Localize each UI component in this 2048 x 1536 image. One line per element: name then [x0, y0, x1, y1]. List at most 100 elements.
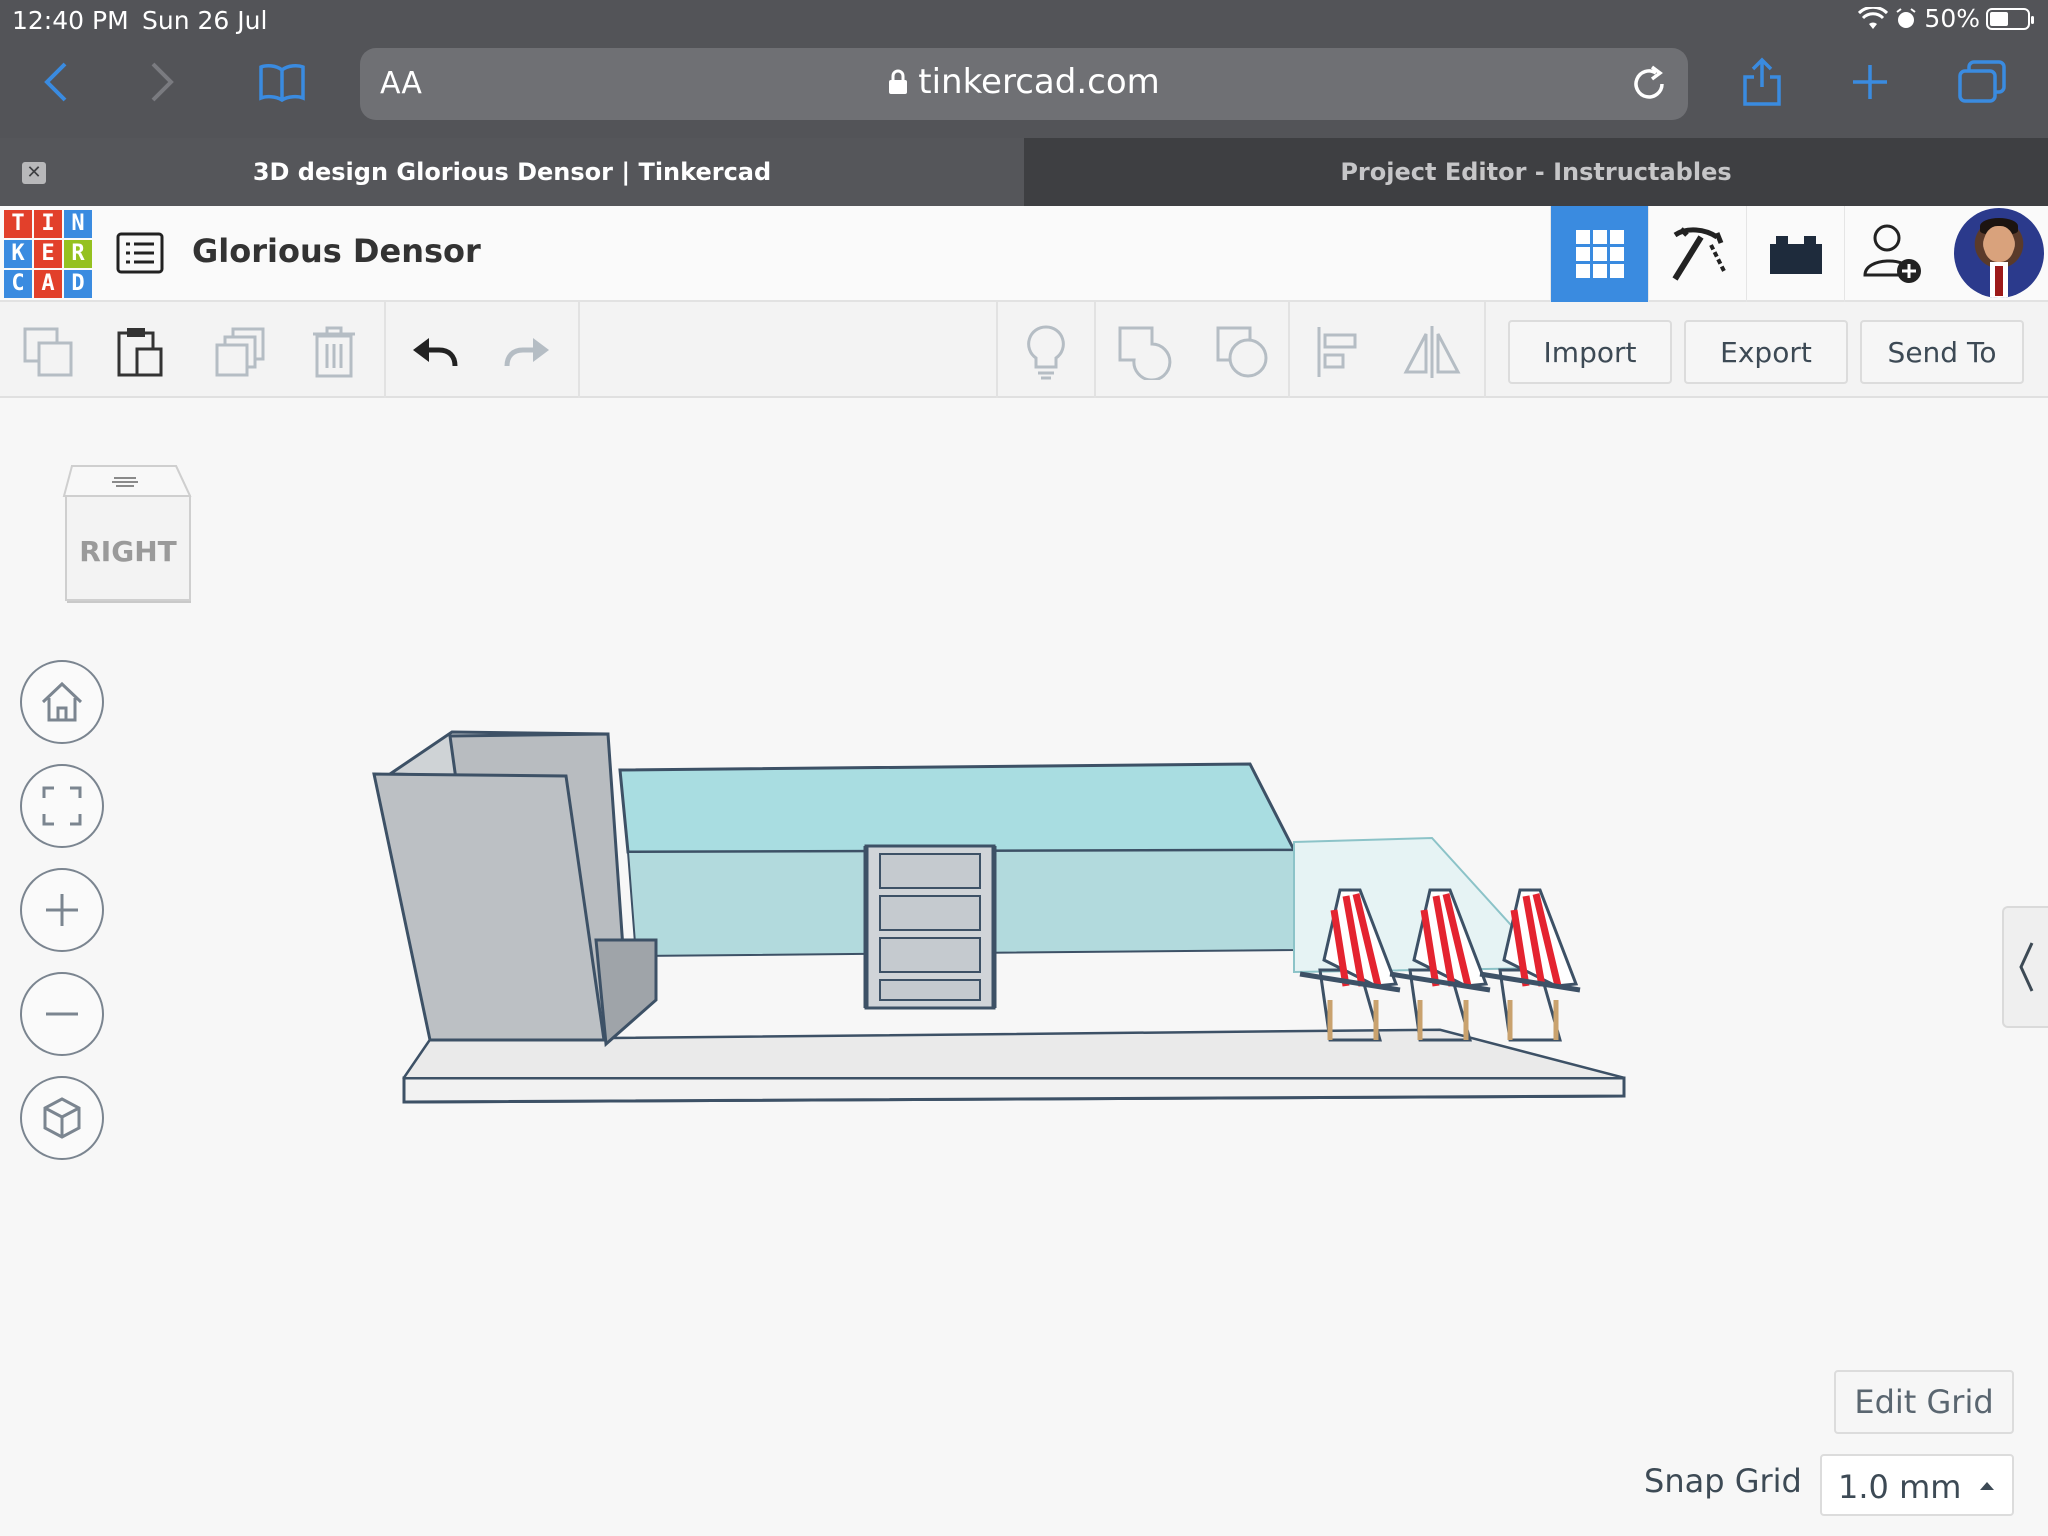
app-header: TIN KER CAD Glorious Densor [0, 206, 2048, 302]
design-title[interactable]: Glorious Densor [192, 232, 481, 270]
duplicate-icon [215, 327, 265, 377]
back-button[interactable] [26, 52, 86, 112]
pool-stairs[interactable] [863, 844, 997, 1010]
workplane-scene[interactable] [360, 700, 1660, 1120]
snap-grid-label: Snap Grid [1644, 1462, 1802, 1500]
redo-button[interactable] [498, 322, 558, 382]
edit-toolbar: Import Export Send To [0, 302, 2048, 398]
toolbar-divider [384, 302, 386, 398]
tabs-overview-button[interactable] [1952, 52, 2012, 112]
send-to-button[interactable]: Send To [1860, 320, 2024, 384]
zoom-in-button[interactable] [20, 868, 104, 952]
ungroup-icon [1216, 326, 1268, 378]
snap-grid-value: 1.0 mm [1838, 1468, 1962, 1506]
toolbar-divider [996, 302, 998, 398]
toolbar-divider [578, 302, 580, 398]
snap-grid-select[interactable]: 1.0 mm [1820, 1454, 2014, 1516]
edit-grid-button[interactable]: Edit Grid [1834, 1370, 2014, 1434]
status-time: 12:40 PM [12, 6, 129, 35]
url-display[interactable]: tinkercad.com [360, 62, 1688, 102]
view-cube-label: RIGHT [79, 535, 177, 568]
battery-icon [1986, 7, 2034, 30]
logo-letter: C [4, 270, 32, 298]
avatar-face [1984, 226, 2014, 262]
building-wall[interactable] [372, 730, 658, 1048]
delete-button[interactable] [304, 322, 364, 382]
ungroup-button[interactable] [1212, 322, 1272, 382]
copy-button[interactable] [18, 322, 78, 382]
logo-letter: I [34, 210, 62, 238]
browser-chrome: 12:40 PM Sun 26 Jul 50% AA tinkercad.com [0, 0, 2048, 138]
chevron-left-icon [2019, 942, 2034, 992]
design-list-button[interactable] [116, 232, 164, 278]
duplicate-button[interactable] [210, 322, 270, 382]
logo-letter: D [64, 270, 92, 298]
logo-letter: E [34, 240, 62, 268]
mirror-button[interactable] [1402, 322, 1462, 382]
share-icon [1743, 57, 1781, 106]
address-bar[interactable]: AA tinkercad.com [360, 48, 1688, 120]
tab-instructables[interactable]: Project Editor - Instructables [1024, 138, 2048, 206]
forward-button[interactable] [132, 52, 192, 112]
zoom-out-button[interactable] [20, 972, 104, 1056]
tab-strip: ✕ 3D design Glorious Densor | Tinkercad … [0, 138, 2048, 206]
chevron-right-icon [151, 62, 174, 102]
plus-icon [46, 894, 78, 926]
copy-icon [23, 327, 73, 377]
bricks-button[interactable] [1746, 206, 1844, 302]
align-icon [1317, 327, 1357, 377]
tab-tinkercad[interactable]: ✕ 3D design Glorious Densor | Tinkercad [0, 138, 1024, 206]
tab-title: 3D design Glorious Densor | Tinkercad [252, 158, 772, 186]
wifi-icon [1858, 6, 1889, 29]
invite-user-button[interactable] [1844, 206, 1942, 302]
share-button[interactable] [1732, 52, 1792, 112]
logo-letter: A [34, 270, 62, 298]
book-icon [259, 64, 305, 102]
status-date: Sun 26 Jul [142, 6, 268, 35]
show-all-button[interactable] [1016, 322, 1076, 382]
blocks-button[interactable] [1648, 206, 1746, 302]
battery-percent: 50% [1924, 4, 1980, 33]
pickaxe-icon [1671, 227, 1727, 281]
avatar[interactable] [1954, 208, 2044, 298]
group-button[interactable] [1114, 322, 1174, 382]
lightbulb-icon [1027, 325, 1065, 380]
reload-button[interactable] [1630, 62, 1670, 108]
battery-fill [1990, 11, 2008, 26]
logo-letter: T [4, 210, 32, 238]
orthographic-view-button[interactable] [20, 1076, 104, 1160]
view-cube[interactable]: RIGHT [58, 456, 198, 620]
close-tab-icon[interactable]: ✕ [22, 162, 46, 184]
grid-icon [1575, 230, 1624, 278]
fit-view-button[interactable] [20, 764, 104, 848]
mirror-icon [1403, 326, 1461, 378]
3d-view-button[interactable] [1550, 206, 1648, 302]
align-button[interactable] [1308, 322, 1368, 382]
chevron-left-icon [44, 62, 67, 102]
url-text: tinkercad.com [918, 62, 1160, 102]
undo-button[interactable] [404, 322, 464, 382]
bookmarks-button[interactable] [252, 52, 312, 112]
tinkercad-logo[interactable]: TIN KER CAD [4, 210, 92, 298]
cube-icon [43, 1097, 81, 1139]
import-button[interactable]: Import [1508, 320, 1672, 384]
fit-icon [42, 786, 82, 826]
caret-up-icon [1980, 1482, 1994, 1490]
export-button[interactable]: Export [1684, 320, 1848, 384]
status-bar: 12:40 PM Sun 26 Jul 50% [0, 0, 2048, 38]
list-icon [116, 232, 164, 274]
brick-icon [1769, 236, 1822, 274]
home-view-button[interactable] [20, 660, 104, 744]
logo-letter: N [64, 210, 92, 238]
tabs-icon [1958, 60, 2006, 103]
undo-icon [413, 338, 458, 367]
new-tab-button[interactable] [1840, 52, 1900, 112]
paste-icon [117, 328, 163, 377]
home-icon [41, 681, 83, 722]
tab-title: Project Editor - Instructables [1340, 158, 1732, 186]
shapes-panel-toggle[interactable] [2002, 906, 2048, 1028]
add-user-icon [1862, 224, 1921, 283]
pool-water[interactable] [618, 762, 1297, 854]
paste-button[interactable] [110, 322, 170, 382]
avatar-tie [1995, 266, 2003, 296]
